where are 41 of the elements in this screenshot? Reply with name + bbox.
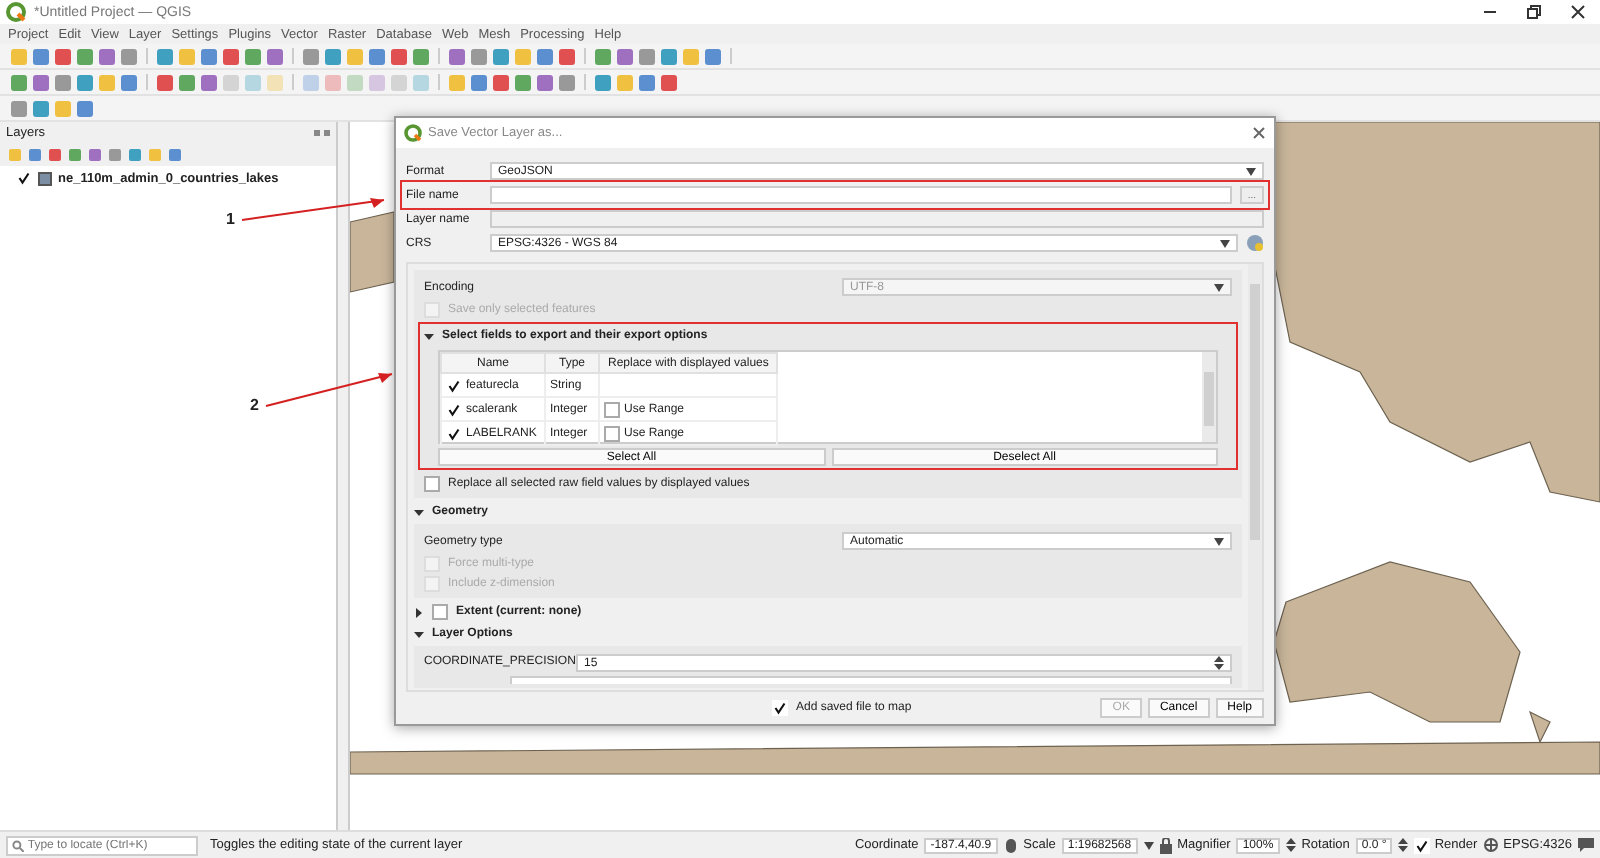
collapse-arrow-icon[interactable]: [424, 331, 434, 341]
mouse-icon[interactable]: [1003, 837, 1018, 853]
message-icon[interactable]: [1578, 838, 1594, 852]
expand-arrow-icon[interactable]: [414, 607, 424, 617]
lock-icon[interactable]: [1159, 837, 1172, 853]
checkbox[interactable]: [1414, 837, 1431, 853]
checkbox[interactable]: [604, 425, 620, 441]
dropdown-arrow-icon: [1214, 283, 1224, 291]
checkbox[interactable]: [604, 401, 620, 417]
app-logo-icon: [6, 2, 26, 22]
checkbox[interactable]: [446, 377, 462, 393]
collapse-arrow-icon[interactable]: [414, 629, 424, 639]
dropdown-arrow-icon: [1246, 167, 1256, 175]
app-logo-icon: [404, 124, 422, 142]
checkbox[interactable]: [424, 476, 440, 492]
globe-icon[interactable]: [1483, 838, 1498, 852]
restore-icon[interactable]: [1526, 4, 1542, 20]
file-name-field[interactable]: [490, 186, 1232, 204]
dropdown-arrow-icon[interactable]: [1143, 841, 1154, 849]
dropdown-arrow-icon: [1214, 537, 1224, 545]
checkbox[interactable]: [432, 604, 448, 620]
checkbox[interactable]: [16, 170, 32, 186]
callout-number: 2: [250, 398, 259, 414]
panel-buttons-icon[interactable]: [314, 129, 330, 137]
callout-number: 1: [226, 212, 235, 228]
scrollbar[interactable]: [1248, 264, 1262, 690]
spin-arrows-icon[interactable]: [1285, 838, 1296, 852]
dropdown-arrow-icon: [1220, 239, 1230, 247]
callout-arrow: [265, 373, 394, 407]
checkbox[interactable]: [772, 700, 788, 716]
close-icon[interactable]: [1252, 126, 1266, 140]
scrollbar[interactable]: [1202, 352, 1216, 442]
search-icon: [12, 839, 24, 851]
spin-arrows-icon: [1214, 656, 1224, 670]
checkbox[interactable]: [446, 425, 462, 441]
layer-symbol: [38, 171, 52, 185]
close-icon[interactable]: [1570, 4, 1586, 20]
checkbox[interactable]: [446, 401, 462, 417]
spin-arrows-icon[interactable]: [1398, 838, 1409, 852]
collapse-arrow-icon[interactable]: [414, 507, 424, 517]
layer-name-field[interactable]: [490, 210, 1264, 228]
